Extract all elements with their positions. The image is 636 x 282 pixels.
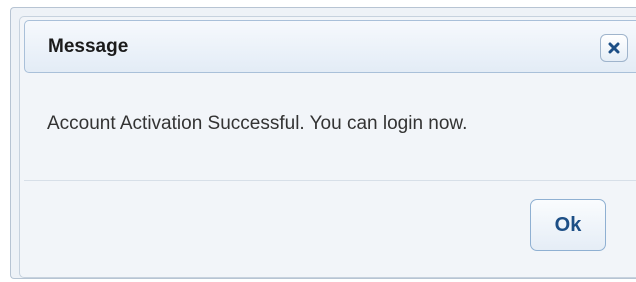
close-icon [608,42,620,54]
dialog-message: Account Activation Successful. You can l… [47,113,468,134]
ok-button[interactable]: Ok [530,199,606,251]
message-dialog: Message Account Activation Successful. Y… [19,16,636,278]
close-button[interactable] [600,34,628,62]
dialog-title: Message [48,36,129,57]
dialog-titlebar: Message [24,20,636,73]
dialog-divider [24,180,636,181]
